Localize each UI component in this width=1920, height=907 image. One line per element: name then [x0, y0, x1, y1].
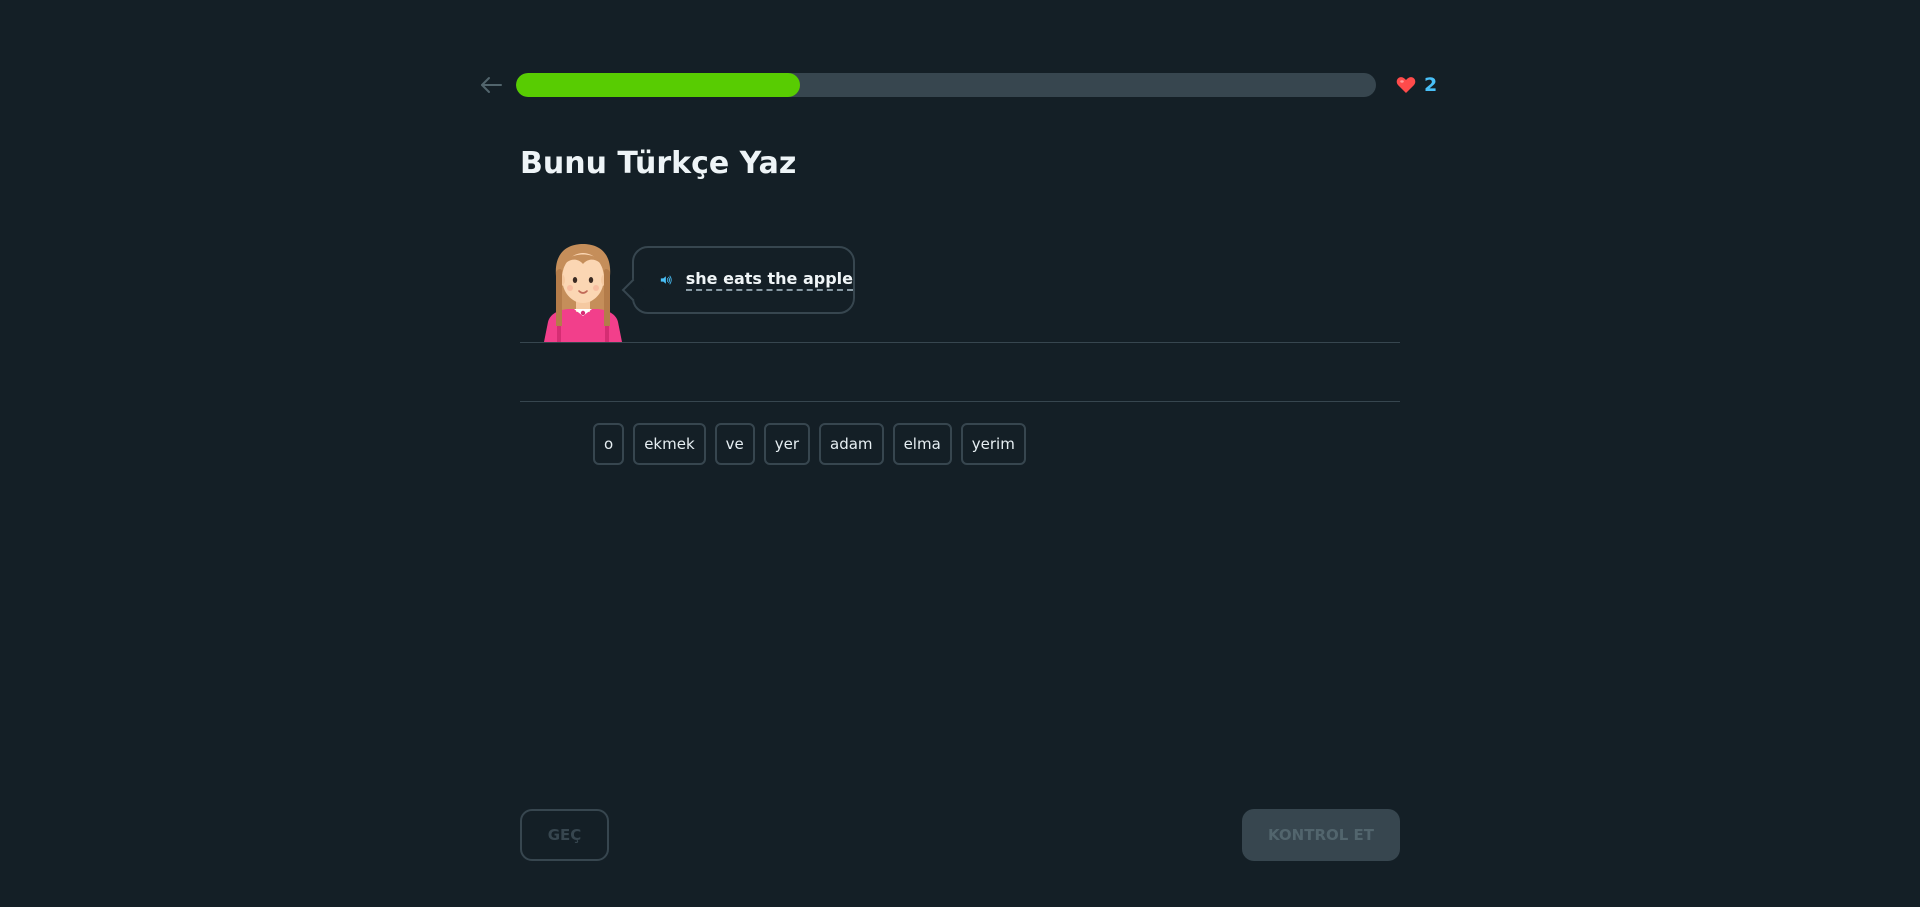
- answer-area[interactable]: [520, 343, 1400, 401]
- skip-button[interactable]: GEÇ: [520, 809, 609, 861]
- word-tile[interactable]: adam: [819, 423, 884, 465]
- hearts-count: 2: [1424, 74, 1438, 96]
- hearts-counter: 2: [1396, 71, 1437, 99]
- word-tile[interactable]: o: [593, 423, 625, 465]
- girl-character-icon: [540, 242, 626, 342]
- word-tile[interactable]: yer: [763, 423, 811, 465]
- word-tile[interactable]: ekmek: [633, 423, 706, 465]
- word-tile[interactable]: yerim: [960, 423, 1026, 465]
- top-bar: 2: [478, 70, 1438, 100]
- word-tile[interactable]: ve: [714, 423, 755, 465]
- word-bank: o ekmek ve yer adam elma yerim: [593, 423, 1026, 465]
- check-button[interactable]: KONTROL ET: [1242, 809, 1400, 861]
- speaker-icon[interactable]: [660, 268, 672, 292]
- progress-bar: [516, 73, 1376, 97]
- page-title: Bunu Türkçe Yaz: [520, 146, 797, 181]
- progress-bar-fill: [516, 73, 800, 97]
- answer-line-bottom: [520, 401, 1400, 402]
- speech-bubble: she eats the apple: [632, 246, 855, 314]
- heart-icon: [1396, 77, 1416, 93]
- word-tile[interactable]: elma: [892, 423, 952, 465]
- arrow-left-icon: [481, 77, 502, 93]
- back-button[interactable]: [478, 72, 504, 98]
- prompt-sentence[interactable]: she eats the apple: [685, 269, 853, 291]
